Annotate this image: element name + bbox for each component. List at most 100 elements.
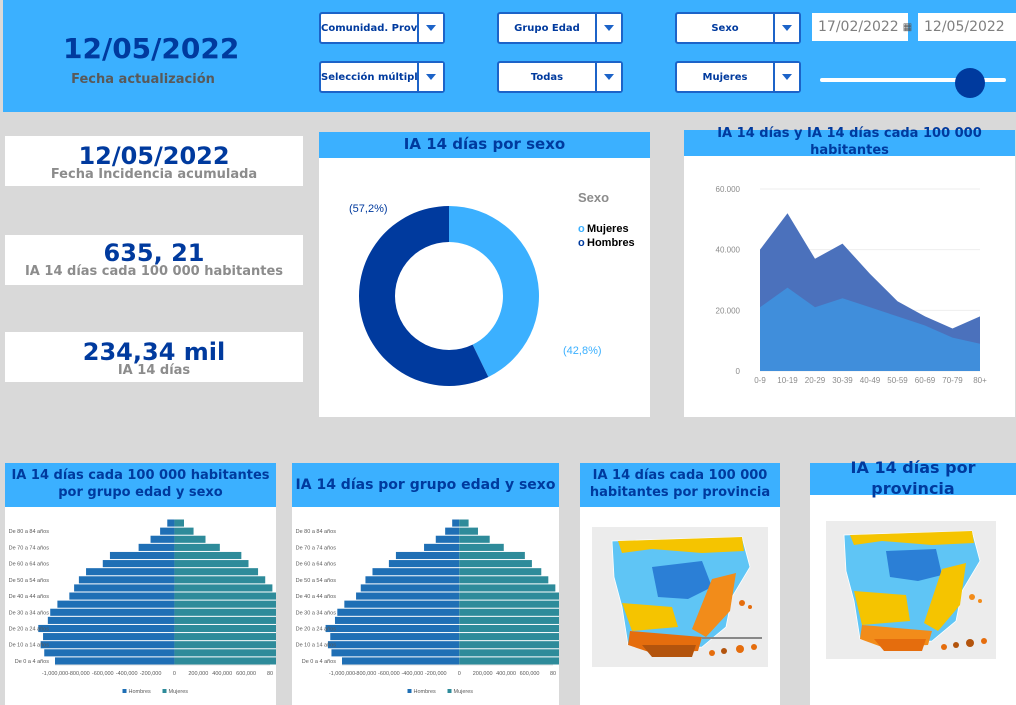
pyramid-bar-hombres	[342, 657, 460, 665]
pyramid-bar-mujeres	[174, 560, 249, 568]
chevron-down-icon[interactable]	[595, 63, 621, 91]
x-tick-label: 0-9	[754, 376, 766, 385]
x-tick-label: -1,000,000	[329, 671, 355, 677]
provincia-dropdown[interactable]: Selección múltiple	[319, 61, 445, 93]
y-tick-label: 40.000	[716, 246, 741, 255]
x-tick-label: 70-79	[942, 376, 963, 385]
pyramid-bar-mujeres	[174, 527, 194, 535]
x-tick-label: 80+	[973, 376, 987, 385]
pyramid-bar-mujeres	[174, 649, 276, 657]
kpi-ia-label: IA 14 días	[117, 363, 191, 378]
y-tick-label: De 50 a 54 años	[296, 578, 337, 584]
pyramid-bar-mujeres	[174, 657, 276, 665]
pyramid-bar-mujeres	[459, 535, 490, 543]
pyramid-bar-mujeres	[174, 600, 276, 608]
pyramid-bar-hombres	[334, 616, 460, 624]
kpi-fecha-label: Fecha Incidencia acumulada	[50, 167, 258, 182]
pyramid-bar-hombres	[372, 568, 460, 576]
pyramid1-chart: De 0 a 4 años De 10 a 14 años De 20 a 24 a…	[9, 519, 276, 695]
kpi-ia100k-card: 635, 21 IA 14 días cada 100 000 habitant…	[5, 235, 303, 285]
pyramid-bar-hombres	[57, 600, 175, 608]
y-tick-label: De 0 a 4 años	[302, 659, 336, 665]
map2-title: IA 14 días por provincia	[810, 458, 1016, 498]
area-chart-panel: IA 14 días y IA 14 días cada 100 000 hab…	[684, 126, 1015, 417]
x-tick-label: 10-19	[777, 376, 798, 385]
date-from-input[interactable]: 17/02/2022 ▦	[812, 13, 912, 41]
chevron-down-icon[interactable]	[773, 63, 799, 91]
area-chart-title: IA 14 días y IA 14 días cada 100 000 hab…	[684, 126, 1015, 158]
sexo-dropdown-label: Sexo	[711, 22, 739, 34]
comunidad-dropdown[interactable]: Comunidad. Provincia	[319, 12, 445, 44]
pyramid-bar-hombres	[356, 592, 460, 600]
date-to-input[interactable]: 12/05/2022	[918, 13, 1016, 41]
spain-province-map-ia	[826, 521, 996, 659]
calendar-icon[interactable]: ▦	[903, 22, 912, 33]
pyramid-bar-mujeres	[174, 633, 276, 641]
x-tick-label: 600,000	[236, 671, 256, 677]
filter-header: 12/05/2022 Fecha actualización Comunidad…	[3, 0, 1016, 112]
pyramid1-title: IA 14 días cada 100 000 habitantes por g…	[5, 463, 276, 507]
x-tick-label: -800,000	[68, 671, 90, 677]
pyramid-bar-mujeres	[459, 527, 478, 535]
y-tick-label: De 20 a 24 años	[9, 627, 50, 633]
pyramid-bar-hombres	[43, 633, 175, 641]
pyramid-bar-mujeres	[174, 584, 273, 592]
pyramid-bar-mujeres	[459, 551, 525, 560]
pyramid-bar-mujeres	[459, 568, 542, 576]
y-tick-label: De 10 a 14 años	[296, 643, 337, 649]
chevron-down-icon[interactable]	[773, 14, 799, 42]
y-tick-label: De 30 a 34 años	[296, 610, 337, 616]
provincia-dropdown-label: Selección múltiple	[321, 71, 417, 83]
pyramid-bar-mujeres	[459, 649, 559, 657]
pyramid-bar-mujeres	[174, 641, 276, 649]
pyramid-bar-hombres	[435, 535, 460, 543]
legend-swatch	[162, 689, 167, 693]
sexo-dropdown[interactable]: Sexo	[675, 12, 801, 44]
y-tick-label: De 70 a 74 años	[9, 545, 50, 551]
pyramid-bar-mujeres	[174, 624, 276, 633]
pyramid-bar-hombres	[40, 641, 175, 649]
grupo-edad-dropdown[interactable]: Grupo Edad	[497, 12, 623, 44]
x-tick-label: 200,000	[188, 671, 208, 677]
y-tick-label: De 40 a 44 años	[9, 594, 50, 600]
chevron-down-icon[interactable]	[417, 14, 443, 42]
pyramid-bar-hombres	[102, 560, 175, 568]
x-tick-label: -200,000	[425, 671, 447, 677]
chevron-down-icon[interactable]	[595, 14, 621, 42]
pyramid-bar-mujeres	[174, 519, 184, 527]
pyramid-bar-hombres	[395, 551, 460, 560]
pyramid2-chart: De 0 a 4 años De 10 a 14 años De 20 a 24 a…	[296, 519, 559, 695]
pyramid-bar-hombres	[331, 649, 460, 657]
pyramid-bar-hombres	[150, 535, 175, 543]
y-tick-label: 20.000	[716, 306, 741, 315]
pyramid-bar-hombres	[69, 592, 175, 600]
donut-label-hombres: (57,2%)	[349, 203, 388, 215]
legend-item-mujeres: Mujeres	[454, 689, 474, 695]
slider-handle[interactable]	[955, 68, 985, 98]
x-tick-label: 400,000	[496, 671, 516, 677]
legend-item-mujeres: Mujeres	[587, 223, 629, 235]
y-tick-label: De 60 a 64 años	[296, 562, 337, 568]
kpi-ia-value: 234,34 mil	[82, 338, 226, 366]
pyramid-bar-hombres	[388, 560, 460, 568]
pyramid-bar-mujeres	[174, 592, 276, 600]
x-tick-label: -400,000	[401, 671, 423, 677]
pyramid-bar-hombres	[452, 519, 460, 527]
date-to-value: 12/05/2022	[924, 19, 1005, 35]
x-tick-label: 80	[267, 671, 273, 677]
grupo-edad-dropdown-label: Grupo Edad	[514, 22, 580, 34]
sexo-value-dropdown[interactable]: Mujeres	[675, 61, 801, 93]
pyramid-bar-mujeres	[459, 584, 556, 592]
update-date: 12/05/2022	[63, 32, 240, 65]
grupo-edad-value-dropdown[interactable]: Todas	[497, 61, 623, 93]
x-tick-label: 0	[458, 671, 461, 677]
legend-item-mujeres: Mujeres	[169, 689, 189, 695]
pyramid-bar-hombres	[360, 584, 460, 592]
pyramid-bar-hombres	[344, 600, 460, 608]
y-tick-label: De 80 a 84 años	[296, 529, 337, 535]
pyramid-bar-mujeres	[459, 592, 559, 600]
y-tick-label: De 70 a 74 años	[296, 545, 337, 551]
pyramid-bar-mujeres	[459, 543, 504, 551]
chevron-down-icon[interactable]	[417, 63, 443, 91]
pyramid-bar-mujeres	[459, 560, 532, 568]
